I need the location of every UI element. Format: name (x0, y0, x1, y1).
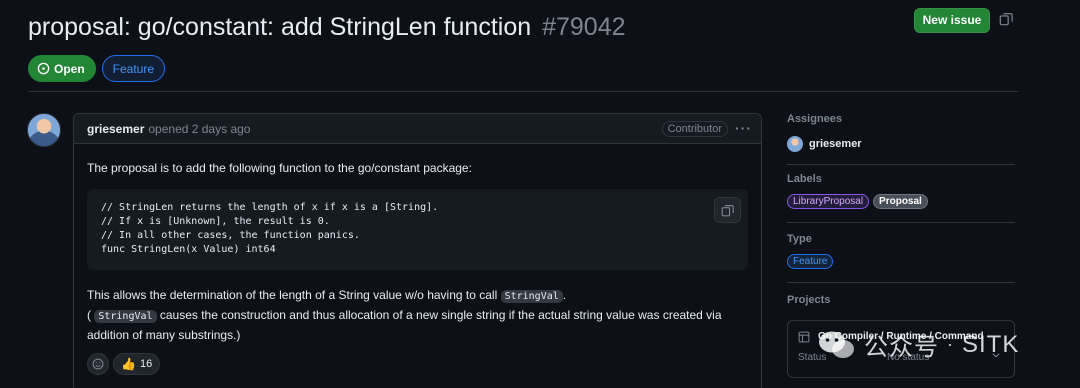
open-state-label: Open (54, 61, 85, 76)
projects-heading[interactable]: Projects (787, 294, 1015, 306)
reactions-bar: 👍 16 (87, 353, 161, 375)
label-libraryproposal[interactable]: LibraryProposal (787, 194, 870, 209)
comment-body: The proposal is to add the following fun… (74, 144, 761, 356)
open-state-badge: Open (28, 55, 96, 82)
type-section: Type Feature (787, 233, 1015, 269)
add-reaction-button[interactable] (87, 353, 109, 375)
issue-title: proposal: go/constant: add StringLen fun… (28, 10, 1020, 44)
paragraph-text: causes the construction and thus allocat… (87, 308, 722, 342)
paragraph-text: This allows the determination of the len… (87, 288, 501, 302)
reaction-count: 16 (139, 358, 153, 370)
paragraph-text: . (562, 288, 567, 302)
sidebar-divider (787, 222, 1015, 223)
projects-section: Projects (787, 294, 1015, 306)
comment-author[interactable]: griesemer (87, 122, 144, 136)
sidebar-divider (787, 282, 1015, 283)
thumbs-up-reaction[interactable]: 👍 16 (113, 353, 161, 375)
smiley-icon (92, 358, 104, 370)
type-list: Feature (787, 254, 1015, 269)
wechat-icon (819, 331, 854, 358)
code-line: // In all other cases, the function pani… (101, 230, 360, 241)
issue-type-badge[interactable]: Feature (101, 55, 166, 82)
comment-paragraph-2: ( StringVal causes the construction and … (87, 306, 748, 344)
copy-link-icon[interactable] (999, 12, 1013, 26)
comment-opened-time[interactable]: opened 2 days ago (148, 122, 250, 136)
copy-code-button[interactable] (714, 197, 741, 223)
code-line: func StringLen(x Value) int64 (101, 244, 276, 255)
assignee-avatar (787, 136, 803, 152)
label-proposal[interactable]: Proposal (873, 194, 928, 209)
type-feature[interactable]: Feature (787, 254, 834, 269)
inline-code: StringVal (500, 290, 563, 303)
watermark: 公众号 · SITK (818, 327, 1019, 362)
issue-title-row: proposal: go/constant: add StringLen fun… (28, 10, 1020, 46)
labels-list: LibraryProposal Proposal (787, 194, 1015, 209)
watermark-left: 公众号 (864, 334, 939, 361)
table-icon (798, 331, 810, 343)
issue-title-text: proposal: go/constant: add StringLen fun… (28, 13, 532, 41)
comment-header: griesemer opened 2 days ago Contributor … (74, 114, 761, 144)
copy-icon (721, 204, 734, 216)
type-heading[interactable]: Type (787, 233, 1015, 245)
author-avatar[interactable] (27, 113, 61, 147)
contributor-badge: Contributor (661, 121, 728, 137)
inline-code: StringVal (94, 310, 157, 323)
assignees-section: Assignees griesemer (787, 113, 1015, 152)
assignees-heading[interactable]: Assignees (787, 113, 1015, 125)
code-line: // StringLen returns the length of x if … (101, 202, 439, 213)
watermark-sep: · (947, 334, 954, 354)
header-divider (28, 91, 1018, 92)
comment-paragraph-1: This allows the determination of the len… (87, 286, 748, 306)
code-block: // StringLen returns the length of x if … (87, 189, 748, 270)
labels-heading[interactable]: Labels (787, 173, 1015, 185)
more-options-icon[interactable]: ··· (735, 120, 752, 136)
watermark-right: SITK (962, 330, 1020, 358)
issue-state-row: Open Feature (28, 55, 166, 82)
sidebar-divider (787, 164, 1015, 165)
issue-open-icon (37, 62, 50, 75)
assignee-name: griesemer (809, 138, 862, 150)
labels-section: Labels LibraryProposal Proposal (787, 173, 1015, 209)
new-issue-button[interactable]: New issue (914, 8, 990, 33)
code-line: // If x is [Unknown], the result is 0. (101, 216, 330, 227)
comment-intro: The proposal is to add the following fun… (87, 161, 472, 175)
issue-number: #79042 (542, 13, 626, 41)
issue-comment: griesemer opened 2 days ago Contributor … (73, 113, 762, 388)
thumbs-up-icon: 👍 (121, 357, 136, 371)
assignee-item[interactable]: griesemer (787, 136, 1015, 152)
